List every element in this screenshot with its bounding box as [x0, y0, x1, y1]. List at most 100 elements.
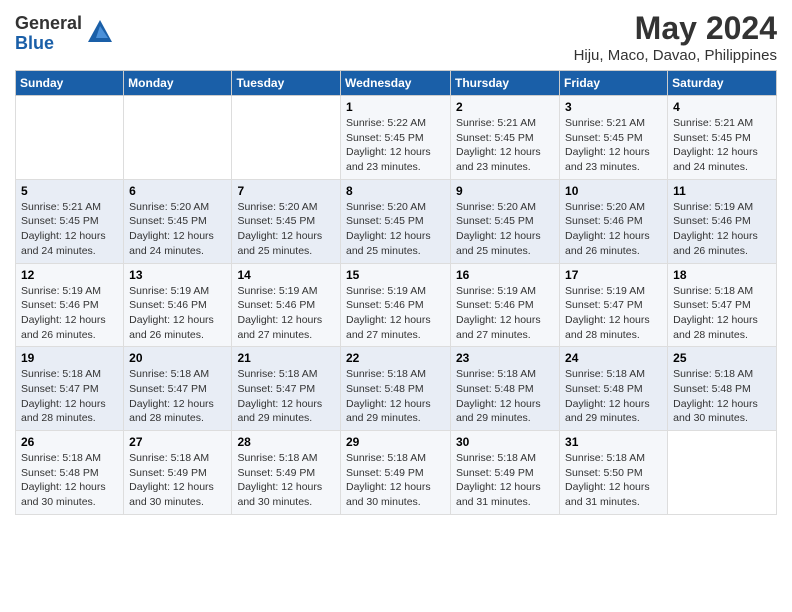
day-detail: Sunrise: 5:18 AM Sunset: 5:47 PM Dayligh…	[21, 367, 118, 426]
day-number: 15	[346, 268, 445, 282]
calendar-cell: 16Sunrise: 5:19 AM Sunset: 5:46 PM Dayli…	[451, 263, 560, 347]
day-number: 20	[129, 351, 226, 365]
calendar-cell	[124, 96, 232, 180]
day-detail: Sunrise: 5:22 AM Sunset: 5:45 PM Dayligh…	[346, 116, 445, 175]
day-detail: Sunrise: 5:18 AM Sunset: 5:48 PM Dayligh…	[565, 367, 662, 426]
day-detail: Sunrise: 5:19 AM Sunset: 5:46 PM Dayligh…	[129, 284, 226, 343]
day-number: 10	[565, 184, 662, 198]
calendar-cell: 5Sunrise: 5:21 AM Sunset: 5:45 PM Daylig…	[16, 179, 124, 263]
day-number: 9	[456, 184, 554, 198]
weekday-header-row: SundayMondayTuesdayWednesdayThursdayFrid…	[16, 71, 777, 96]
day-detail: Sunrise: 5:18 AM Sunset: 5:49 PM Dayligh…	[456, 451, 554, 510]
calendar-cell: 14 Sunrise: 5:19 AM Sunset: 5:46 PM Dayli…	[232, 263, 341, 347]
day-detail: Sunrise: 5:21 AM Sunset: 5:45 PM Dayligh…	[456, 116, 554, 175]
day-detail: Sunrise: 5:20 AM Sunset: 5:45 PM Dayligh…	[129, 200, 226, 259]
calendar-cell: 20 Sunrise: 5:18 AM Sunset: 5:47 PM Dayli…	[124, 347, 232, 431]
day-number: 18	[673, 268, 771, 282]
day-detail: Sunrise: 5:18 AM Sunset: 5:47 PM Dayligh…	[673, 284, 771, 343]
calendar-cell: 17Sunrise: 5:19 AM Sunset: 5:47 PM Dayli…	[560, 263, 668, 347]
calendar-cell: 28 Sunrise: 5:18 AM Sunset: 5:49 PM Dayli…	[232, 431, 341, 515]
calendar-cell: 31 Sunrise: 5:18 AM Sunset: 5:50 PM Dayli…	[560, 431, 668, 515]
day-number: 24	[565, 351, 662, 365]
day-number: 11	[673, 184, 771, 198]
calendar-cell: 11Sunrise: 5:19 AM Sunset: 5:46 PM Dayli…	[668, 179, 777, 263]
day-detail: Sunrise: 5:18 AM Sunset: 5:49 PM Dayligh…	[346, 451, 445, 510]
logo-blue-text: Blue	[15, 34, 82, 54]
title-block: May 2024 Hiju, Maco, Davao, Philippines	[574, 10, 777, 64]
weekday-header-tuesday: Tuesday	[232, 71, 341, 96]
day-number: 14	[237, 268, 335, 282]
day-number: 28	[237, 435, 335, 449]
day-number: 13	[129, 268, 226, 282]
logo-icon	[86, 18, 114, 46]
calendar-cell	[16, 96, 124, 180]
day-number: 19	[21, 351, 118, 365]
day-number: 29	[346, 435, 445, 449]
day-number: 1	[346, 100, 445, 114]
day-detail: Sunrise: 5:19 AM Sunset: 5:46 PM Dayligh…	[237, 284, 335, 343]
calendar-cell: 22 Sunrise: 5:18 AM Sunset: 5:48 PM Dayli…	[341, 347, 451, 431]
calendar-cell: 26 Sunrise: 5:18 AM Sunset: 5:48 PM Dayli…	[16, 431, 124, 515]
calendar-cell: 18 Sunrise: 5:18 AM Sunset: 5:47 PM Dayli…	[668, 263, 777, 347]
calendar-cell: 30Sunrise: 5:18 AM Sunset: 5:49 PM Dayli…	[451, 431, 560, 515]
day-detail: Sunrise: 5:18 AM Sunset: 5:49 PM Dayligh…	[237, 451, 335, 510]
day-number: 2	[456, 100, 554, 114]
calendar-cell	[232, 96, 341, 180]
day-detail: Sunrise: 5:18 AM Sunset: 5:47 PM Dayligh…	[237, 367, 335, 426]
day-detail: Sunrise: 5:18 AM Sunset: 5:48 PM Dayligh…	[346, 367, 445, 426]
day-detail: Sunrise: 5:21 AM Sunset: 5:45 PM Dayligh…	[565, 116, 662, 175]
calendar-cell: 3 Sunrise: 5:21 AM Sunset: 5:45 PM Daylig…	[560, 96, 668, 180]
calendar-cell: 12 Sunrise: 5:19 AM Sunset: 5:46 PM Dayli…	[16, 263, 124, 347]
day-number: 7	[237, 184, 335, 198]
day-number: 16	[456, 268, 554, 282]
day-number: 8	[346, 184, 445, 198]
day-detail: Sunrise: 5:20 AM Sunset: 5:46 PM Dayligh…	[565, 200, 662, 259]
calendar-week-5: 26 Sunrise: 5:18 AM Sunset: 5:48 PM Dayli…	[16, 431, 777, 515]
day-number: 22	[346, 351, 445, 365]
weekday-header-thursday: Thursday	[451, 71, 560, 96]
day-number: 31	[565, 435, 662, 449]
day-detail: Sunrise: 5:20 AM Sunset: 5:45 PM Dayligh…	[456, 200, 554, 259]
day-number: 4	[673, 100, 771, 114]
day-detail: Sunrise: 5:18 AM Sunset: 5:47 PM Dayligh…	[129, 367, 226, 426]
day-number: 27	[129, 435, 226, 449]
calendar-week-4: 19 Sunrise: 5:18 AM Sunset: 5:47 PM Dayli…	[16, 347, 777, 431]
calendar-cell: 27 Sunrise: 5:18 AM Sunset: 5:49 PM Dayli…	[124, 431, 232, 515]
calendar-cell: 23Sunrise: 5:18 AM Sunset: 5:48 PM Dayli…	[451, 347, 560, 431]
day-detail: Sunrise: 5:19 AM Sunset: 5:47 PM Dayligh…	[565, 284, 662, 343]
day-detail: Sunrise: 5:20 AM Sunset: 5:45 PM Dayligh…	[237, 200, 335, 259]
calendar-table: SundayMondayTuesdayWednesdayThursdayFrid…	[15, 70, 777, 515]
day-detail: Sunrise: 5:18 AM Sunset: 5:50 PM Dayligh…	[565, 451, 662, 510]
weekday-header-wednesday: Wednesday	[341, 71, 451, 96]
calendar-cell: 2 Sunrise: 5:21 AM Sunset: 5:45 PM Daylig…	[451, 96, 560, 180]
weekday-header-friday: Friday	[560, 71, 668, 96]
calendar-cell: 15Sunrise: 5:19 AM Sunset: 5:46 PM Dayli…	[341, 263, 451, 347]
logo: General Blue	[15, 14, 114, 54]
day-detail: Sunrise: 5:21 AM Sunset: 5:45 PM Dayligh…	[673, 116, 771, 175]
day-number: 26	[21, 435, 118, 449]
calendar-week-1: 1 Sunrise: 5:22 AM Sunset: 5:45 PM Daylig…	[16, 96, 777, 180]
day-number: 23	[456, 351, 554, 365]
weekday-header-sunday: Sunday	[16, 71, 124, 96]
calendar-cell: 7 Sunrise: 5:20 AM Sunset: 5:45 PM Daylig…	[232, 179, 341, 263]
calendar-cell: 10 Sunrise: 5:20 AM Sunset: 5:46 PM Dayli…	[560, 179, 668, 263]
calendar-cell: 13 Sunrise: 5:19 AM Sunset: 5:46 PM Dayli…	[124, 263, 232, 347]
calendar-cell: 25Sunrise: 5:18 AM Sunset: 5:48 PM Dayli…	[668, 347, 777, 431]
day-detail: Sunrise: 5:19 AM Sunset: 5:46 PM Dayligh…	[21, 284, 118, 343]
calendar-cell: 6Sunrise: 5:20 AM Sunset: 5:45 PM Daylig…	[124, 179, 232, 263]
calendar-cell	[668, 431, 777, 515]
day-number: 3	[565, 100, 662, 114]
calendar-week-2: 5Sunrise: 5:21 AM Sunset: 5:45 PM Daylig…	[16, 179, 777, 263]
calendar-cell: 29 Sunrise: 5:18 AM Sunset: 5:49 PM Dayli…	[341, 431, 451, 515]
calendar-week-3: 12 Sunrise: 5:19 AM Sunset: 5:46 PM Dayli…	[16, 263, 777, 347]
day-detail: Sunrise: 5:18 AM Sunset: 5:49 PM Dayligh…	[129, 451, 226, 510]
calendar-subtitle: Hiju, Maco, Davao, Philippines	[574, 47, 777, 64]
day-detail: Sunrise: 5:20 AM Sunset: 5:45 PM Dayligh…	[346, 200, 445, 259]
day-number: 25	[673, 351, 771, 365]
calendar-title: May 2024	[574, 10, 777, 47]
logo-general-text: General	[15, 14, 82, 34]
day-number: 12	[21, 268, 118, 282]
day-detail: Sunrise: 5:18 AM Sunset: 5:48 PM Dayligh…	[21, 451, 118, 510]
day-detail: Sunrise: 5:21 AM Sunset: 5:45 PM Dayligh…	[21, 200, 118, 259]
calendar-cell: 1 Sunrise: 5:22 AM Sunset: 5:45 PM Daylig…	[341, 96, 451, 180]
